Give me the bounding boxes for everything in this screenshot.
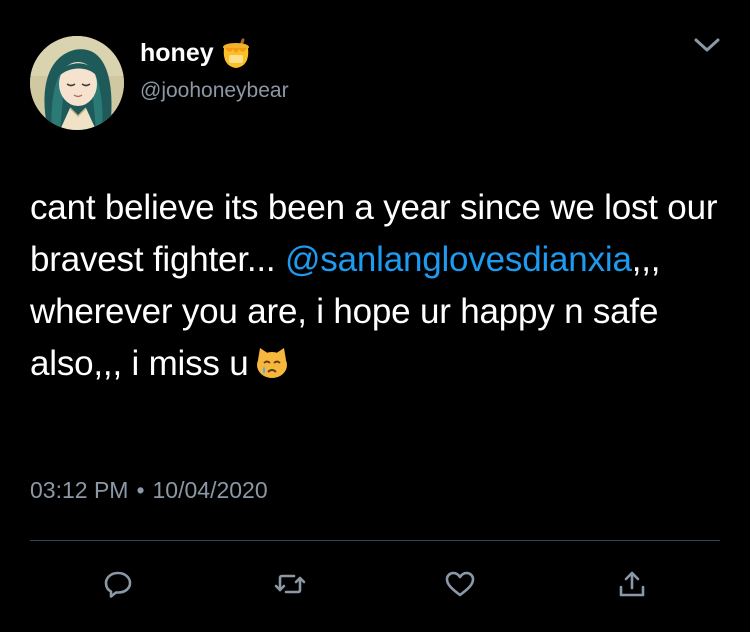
like-button[interactable] — [440, 564, 480, 604]
chevron-down-icon[interactable] — [690, 34, 724, 58]
like-icon — [445, 571, 475, 597]
mention-link[interactable]: @sanlanglovesdianxia — [285, 240, 632, 279]
share-icon — [619, 571, 645, 597]
tweet-date: 10/04/2020 — [152, 477, 268, 503]
divider — [30, 540, 720, 541]
share-button[interactable] — [612, 564, 652, 604]
retweet-button[interactable] — [270, 564, 310, 604]
timestamp-separator: • — [136, 477, 145, 503]
reply-button[interactable] — [98, 564, 138, 604]
retweet-icon — [274, 574, 306, 594]
tweet-timestamp[interactable]: 03:12 PM • 10/04/2020 — [30, 473, 268, 507]
user-handle[interactable]: @joohoneybear — [140, 76, 289, 106]
avatar[interactable] — [30, 36, 124, 130]
action-bar — [0, 560, 750, 608]
honey-pot-icon — [220, 38, 254, 70]
tweet-detail: honey @joohoneybear cant believe its bee… — [0, 0, 750, 632]
crying-cat-face-icon — [255, 343, 289, 378]
tweet-time: 03:12 PM — [30, 477, 129, 503]
display-name[interactable]: honey — [140, 36, 254, 70]
tweet-text: cant believe its been a year since we lo… — [30, 182, 720, 390]
reply-icon — [104, 571, 132, 598]
display-name-text: honey — [140, 39, 214, 67]
